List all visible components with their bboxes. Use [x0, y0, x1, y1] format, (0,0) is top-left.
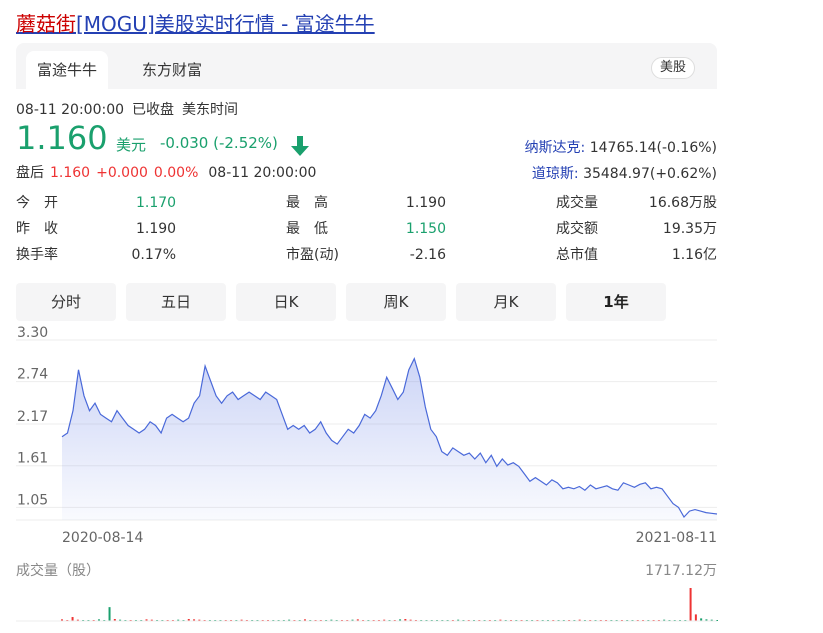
stat-label: 成交量 — [556, 195, 598, 211]
quote-time: 08-11 20:00:00 — [16, 102, 125, 118]
page-title-link[interactable]: 蘑菇街[MOGU]美股实时行情 - 富途牛牛 — [16, 8, 375, 37]
tab-futu[interactable]: 富途牛牛 — [26, 51, 109, 89]
down-arrow-icon — [291, 136, 309, 156]
stat-value: 1.170 — [136, 195, 177, 211]
x-tick-label: 2020-08-14 — [62, 530, 143, 546]
stat-label: 今 开 — [16, 195, 58, 211]
after-hours-change: +0.000 — [96, 165, 148, 181]
y-tick-label: 3.30 — [17, 325, 48, 341]
stock-name: 蘑菇街 — [16, 12, 76, 36]
stat-label: 市盈(动) — [286, 247, 339, 263]
after-hours: 盘后 1.160 +0.000 0.00% 08-11 20:00:00 — [16, 162, 316, 182]
market-tag: 美股 — [650, 57, 695, 79]
volume-max-label: 1717.12万 — [645, 563, 717, 579]
last-price: 1.160 — [16, 119, 108, 157]
page-title-rest: [MOGU]美股实时行情 - 富途牛牛 — [76, 12, 375, 36]
volume-bar — [694, 614, 697, 621]
source-tab-bar: 富途牛牛 东方财富 美股 — [16, 43, 717, 89]
index-dowjones[interactable]: 道琼斯: 35484.97(+0.62%) — [532, 163, 717, 183]
stat-value: 19.35万 — [662, 221, 717, 237]
volume-bar — [71, 617, 74, 621]
period-button-active[interactable]: 1年 — [566, 283, 666, 321]
stat-value: 16.68万股 — [648, 195, 717, 211]
quote-meta: 08-11 20:00:00 已收盘 美东时间 — [16, 99, 246, 119]
stat-label: 昨 收 — [16, 221, 58, 237]
price-chart[interactable]: 3.30 2.74 2.17 1.61 1.05 2020-08-14 2021-08-11 — [0, 325, 823, 625]
price-currency: 美元 — [116, 136, 147, 154]
index-name: 道琼斯: — [531, 166, 579, 182]
stat-value: 1.190 — [405, 195, 446, 211]
after-hours-pct: 0.00% — [153, 165, 199, 181]
y-tick-label: 2.17 — [17, 409, 48, 425]
period-button[interactable]: 分时 — [16, 283, 116, 321]
timezone: 美东时间 — [182, 102, 239, 118]
after-hours-time: 08-11 20:00:00 — [208, 165, 317, 181]
stat-label: 总市值 — [556, 247, 598, 263]
stat-label: 成交额 — [556, 221, 598, 237]
price-change: -0.030 (-2.52%) — [160, 134, 278, 152]
y-tick-label: 1.61 — [17, 451, 48, 467]
stat-value: -2.16 — [409, 247, 446, 263]
x-tick-label: 2021-08-11 — [636, 530, 717, 546]
period-button[interactable]: 月K — [456, 283, 556, 321]
stat-value: 1.190 — [136, 221, 177, 237]
index-name: 纳斯达克: — [524, 140, 586, 156]
volume-label: 成交量（股） — [16, 563, 100, 579]
stat-value: 1.16亿 — [671, 247, 717, 263]
index-value: 35484.97(+0.62%) — [583, 166, 717, 182]
stat-label: 最 高 — [286, 195, 328, 211]
market-status: 已收盘 — [132, 102, 175, 118]
after-hours-label: 盘后 — [16, 165, 44, 181]
y-tick-label: 1.05 — [17, 492, 48, 508]
stat-value: 0.17% — [131, 247, 176, 263]
index-nasdaq[interactable]: 纳斯达克: 14765.14(-0.16%) — [525, 137, 717, 157]
period-button[interactable]: 日K — [236, 283, 336, 321]
page: 蘑菇街[MOGU]美股实时行情 - 富途牛牛 富途牛牛 东方财富 美股 08-1… — [0, 0, 823, 633]
y-tick-label: 2.74 — [17, 367, 48, 383]
stat-value: 1.150 — [405, 221, 446, 237]
period-button[interactable]: 周K — [346, 283, 446, 321]
stat-label: 最 低 — [286, 221, 328, 237]
after-hours-price: 1.160 — [50, 165, 91, 181]
index-value: 14765.14(-0.16%) — [589, 140, 717, 156]
volume-bar — [108, 607, 111, 621]
volume-bar — [689, 588, 692, 621]
tab-eastmoney[interactable]: 东方财富 — [131, 51, 213, 89]
stat-label: 换手率 — [16, 247, 58, 263]
period-button[interactable]: 五日 — [126, 283, 226, 321]
